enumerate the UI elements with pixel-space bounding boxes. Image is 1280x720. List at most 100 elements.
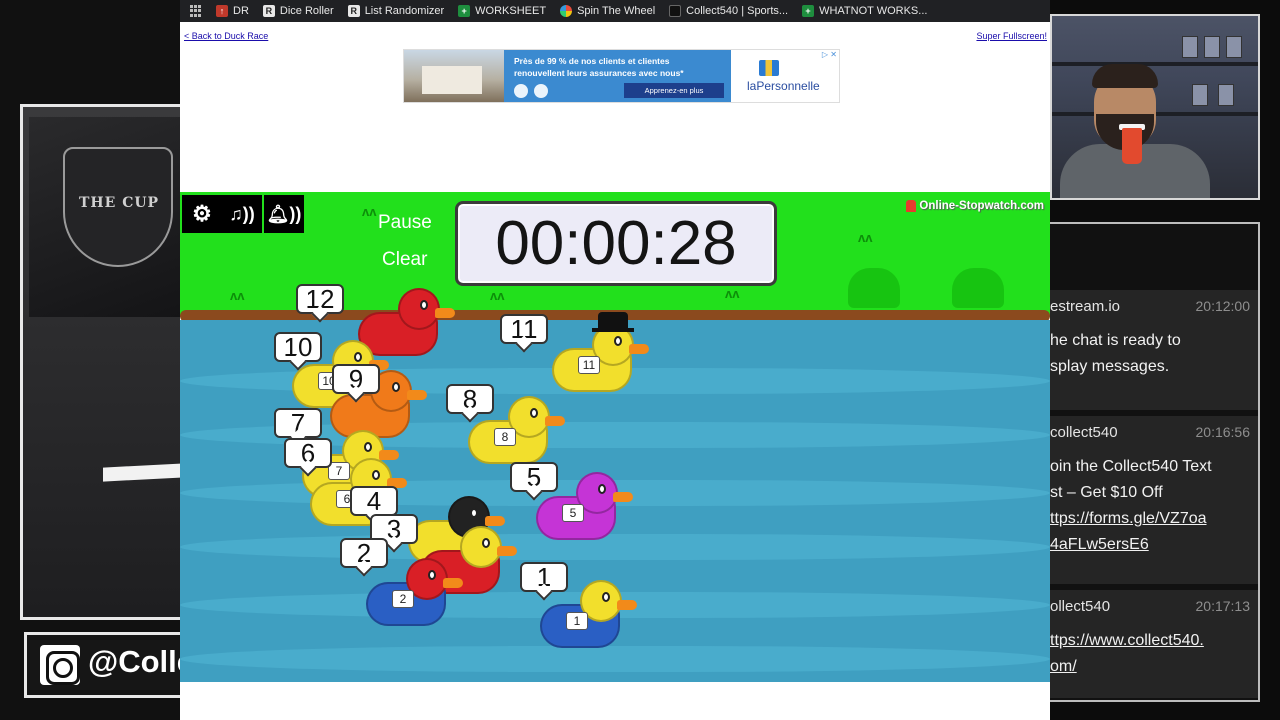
chat-line: st – Get $10 Off <box>1050 484 1163 501</box>
duck-eye <box>372 470 380 480</box>
chat-link[interactable]: ttps://www.collect540. <box>1050 628 1204 654</box>
product-camera-frame: THE CUP <box>20 104 180 620</box>
chat-username: collect540 <box>1050 424 1118 441</box>
duck-beak <box>545 416 565 426</box>
online-stopwatch-logo[interactable]: Online-Stopwatch.com <box>906 200 1044 212</box>
webcam-feed <box>1050 14 1260 200</box>
duck-eye <box>598 484 606 494</box>
super-fullscreen-link[interactable]: Super Fullscreen! <box>976 31 1047 41</box>
chat-text: ttps://www.collect540. om/ <box>1050 628 1204 680</box>
duck-beak <box>613 492 633 502</box>
sheets-icon: + <box>458 5 471 17</box>
chat-message: estream.io 20:12:00 he chat is ready to … <box>1050 290 1258 410</box>
chat-line: splay messages. <box>1050 358 1170 375</box>
chat-username: estream.io <box>1050 298 1121 315</box>
bookmark-dr[interactable]: ↑ DR <box>216 5 249 17</box>
ad-house-image <box>404 50 504 102</box>
r-favicon-icon: R <box>262 5 275 17</box>
grass-tuft: ᴧᴧ <box>490 288 505 303</box>
grass-tuft: ᴧᴧ <box>858 230 873 245</box>
chat-message: collect540 20:16:56 oin the Collect540 T… <box>1050 416 1258 584</box>
ad-close-icon[interactable]: ▷ ✕ <box>822 50 837 59</box>
chat-link[interactable]: om/ <box>1050 654 1204 680</box>
music-toggle-button[interactable]: ♫)) <box>222 195 262 233</box>
chat-link[interactable]: 4aFLw5ersE6 <box>1050 532 1212 558</box>
chat-username: ollect540 <box>1050 598 1111 615</box>
duck-number-badge: 8 <box>494 428 516 446</box>
duck-beak <box>617 600 637 610</box>
display-card <box>1218 84 1234 106</box>
bookmark-dice-roller[interactable]: R Dice Roller <box>262 5 334 17</box>
bookmark-label: WORKSHEET <box>475 5 547 17</box>
duck-number-badge: 11 <box>578 356 600 374</box>
clear-button[interactable]: Clear <box>382 249 427 271</box>
settings-button[interactable]: ⚙ <box>182 195 222 233</box>
cup-logo-text: THE CUP <box>79 195 160 211</box>
brand-logo-icon <box>759 60 779 76</box>
advertisement-banner[interactable]: Près de 99 % de nos clients et clientes … <box>403 49 840 103</box>
chat-timestamp: 20:17:13 <box>1195 598 1251 614</box>
back-to-duck-race-link[interactable]: < Back to Duck Race <box>184 31 268 41</box>
bell-sound-icon: 🔔︎)) <box>266 203 302 224</box>
wheel-icon <box>560 5 573 17</box>
duck-eye <box>354 352 362 362</box>
logo-text: Online-Stopwatch.com <box>919 200 1044 212</box>
collect540-icon <box>669 5 682 17</box>
bookmark-spin-the-wheel[interactable]: Spin The Wheel <box>560 5 655 17</box>
white-stripe <box>103 462 180 482</box>
duck-beak <box>629 344 649 354</box>
bookmark-label: List Randomizer <box>364 5 445 17</box>
duck-eye <box>364 442 372 452</box>
chat-text: he chat is ready to splay messages. <box>1050 328 1181 380</box>
sound-toggle-button[interactable]: 🔔︎)) <box>264 195 304 233</box>
grass-tuft: ᴧᴧ <box>230 288 245 303</box>
water-wave <box>180 646 1050 672</box>
ad-brand-name: laPersonnelle <box>747 79 820 93</box>
bookmark-label: DR <box>233 5 249 17</box>
duck-number-tag: 4 <box>350 486 398 516</box>
bush <box>848 268 900 308</box>
duck-number-tag: 10 <box>274 332 322 362</box>
duck-number-tag: 2 <box>340 538 388 568</box>
duck-beak <box>407 390 427 400</box>
duck-number-tag: 9 <box>332 364 380 394</box>
chat-line: he chat is ready to <box>1050 332 1181 349</box>
dr-favicon-icon: ↑ <box>216 5 228 17</box>
stream-left-panel: THE CUP @Colle <box>0 0 224 720</box>
grass-tuft: ᴧᴧ <box>725 286 740 301</box>
bookmark-label: Dice Roller <box>279 5 334 17</box>
duck-eye <box>530 408 538 418</box>
gear-icon: ⚙ <box>192 201 212 226</box>
bookmark-worksheet[interactable]: + WORKSHEET <box>458 5 546 17</box>
bookmarks-bar: ↑ DR R Dice Roller R List Randomizer + W… <box>180 0 1050 22</box>
pause-button[interactable]: Pause <box>378 212 432 234</box>
chat-timestamp: 20:16:56 <box>1195 424 1251 440</box>
stream-right-panel: estream.io 20:12:00 he chat is ready to … <box>1050 0 1280 720</box>
bookmark-list-randomizer[interactable]: R List Randomizer <box>347 5 445 17</box>
duck-beak <box>443 578 463 588</box>
duck-eye <box>420 300 428 310</box>
chat-link[interactable]: ttps://forms.gle/VZ7oa <box>1050 506 1212 532</box>
ad-cta-button[interactable]: Apprenez-en plus <box>624 83 724 98</box>
duck-number-tag: 6 <box>284 438 332 468</box>
display-card <box>1182 36 1198 58</box>
instagram-icon <box>40 645 80 685</box>
ad-text: Près de 99 % de nos clients et clientes … <box>514 56 684 78</box>
shelf <box>1052 112 1258 116</box>
duck-head <box>398 288 440 330</box>
duck-number-tag: 12 <box>296 284 344 314</box>
apps-grid-icon[interactable] <box>190 5 202 17</box>
duck-number-tag: 7 <box>274 408 322 438</box>
bookmark-whatnot[interactable]: + WHATNOT WORKS... <box>802 5 927 17</box>
duck-eye <box>482 538 490 548</box>
stopwatch-display: 00:00:28 <box>455 201 777 286</box>
drink-cup <box>1122 128 1142 164</box>
duck-beak <box>379 450 399 460</box>
bookmark-collect540[interactable]: Collect540 | Sports... <box>669 5 788 17</box>
duck-number-tag: 8 <box>446 384 494 414</box>
display-card <box>1204 36 1220 58</box>
top-hat-icon <box>592 312 634 332</box>
ad-message-panel: Près de 99 % de nos clients et clientes … <box>504 50 731 102</box>
duck-eye <box>392 382 400 392</box>
bookmark-label: WHATNOT WORKS... <box>819 5 928 17</box>
